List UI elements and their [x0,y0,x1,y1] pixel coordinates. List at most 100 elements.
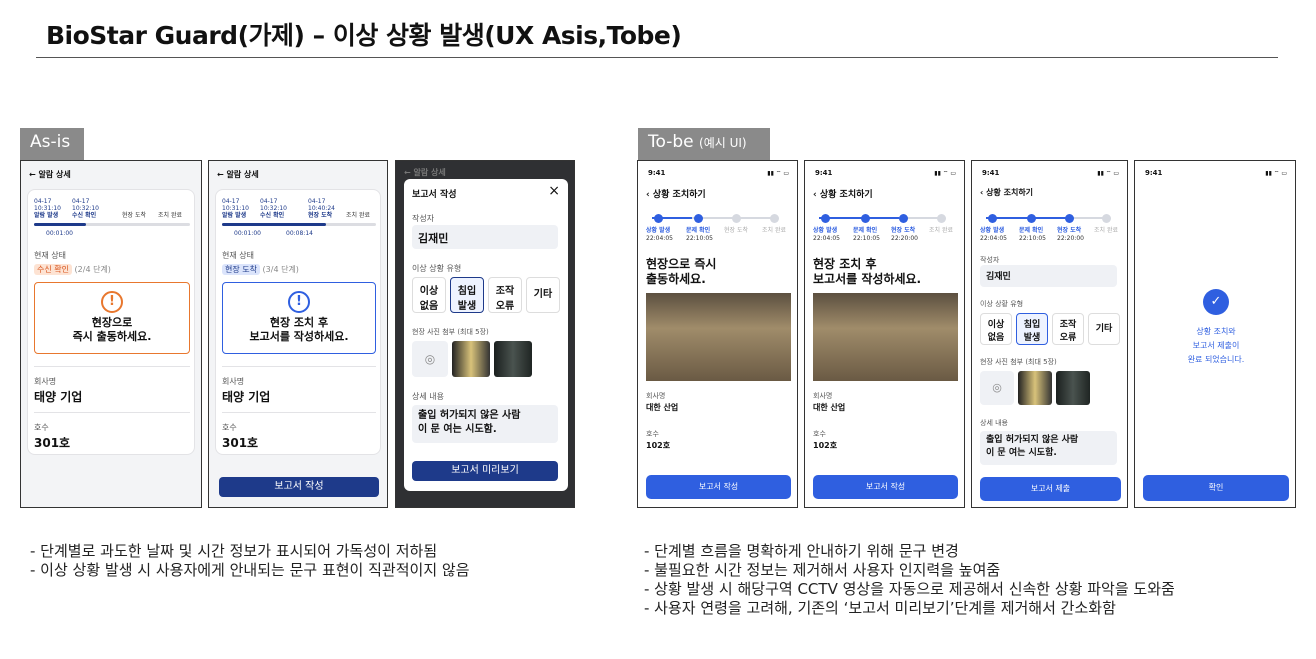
attached-photo[interactable] [452,341,490,377]
heading-line: 현장 조치 후 [813,257,877,271]
type-option-other[interactable]: 기타 [1088,313,1120,345]
alert-box: ! 현장으로 즉시 출동하세요. [34,282,190,354]
cctv-image[interactable] [646,293,791,381]
type-option-intrusion[interactable]: 침입 발생 [450,277,484,313]
room-value: 301호 [34,436,71,450]
attached-photo[interactable] [494,341,532,377]
write-report-button[interactable]: 보고서 작성 [219,477,379,497]
back-chevron-icon[interactable]: ‹ [813,190,817,200]
close-icon[interactable]: × [548,183,560,199]
step-4: 조치 완료 [158,212,182,219]
report-modal: 보고서 작성 × 작성자 김재민 이상 상황 유형 이상 없음 침입 발생 조작 오류… [404,179,568,491]
type-text: 발생 [1023,333,1041,343]
type-option-other[interactable]: 기타 [526,277,560,313]
header-title: 상황 조치하기 [819,190,873,200]
step-dot [770,214,779,223]
type-option-none[interactable]: 이상 없음 [980,313,1012,345]
step-time: 10:31:10 [34,205,61,212]
step-dot [654,214,663,223]
header: ‹ 상황 조치하기 [980,187,1033,198]
room-label: 호수 [813,430,826,438]
complete-message: 상황 조치와 보고서 제출이 완료 되었습니다. [1135,325,1295,367]
camera-icon[interactable]: ◎ [412,341,448,377]
attached-photo[interactable] [1018,371,1052,405]
step-time: 22:10:05 [686,235,713,242]
detail-label: 상세 내용 [412,392,444,401]
company-value: 태양 기업 [34,390,83,404]
author-field[interactable]: 김재민 [412,225,558,249]
header-title: 상황 조치하기 [652,190,706,200]
divider [222,366,376,367]
back-chevron-icon[interactable]: ‹ [646,190,650,200]
tobe-tag: To-be (예시 UI) [638,128,770,160]
detail-text: 이 문 여는 시도함. [986,448,1057,458]
type-option-none[interactable]: 이상 없음 [412,277,446,313]
submit-report-button[interactable]: 보고서 제출 [980,477,1121,501]
header-title: 알람 상세 [226,170,259,179]
step-time: 22:20:00 [1057,235,1084,242]
confirm-button[interactable]: 확인 [1143,475,1289,501]
write-report-button[interactable]: 보고서 작성 [813,475,958,499]
divider [222,412,376,413]
step-3: 04-17 10:40:24 현장 도착 [308,198,335,219]
step-label: 상황 발생 [646,227,671,234]
status-time: 9:41 [815,169,833,177]
type-text: 없음 [419,301,439,312]
step-label: 문제 확인 [1019,227,1044,234]
alert-icon: ! [101,291,123,313]
bg-header: ← 알람 상세 [404,168,446,177]
back-arrow-icon[interactable]: ← [217,170,224,179]
attached-photo[interactable] [1056,371,1090,405]
step-fill [986,217,1066,219]
step-3: 현장 도착 [122,212,146,219]
status-icons: ▮▮ ⌔ ▭ [1097,170,1119,177]
status-badge: 수신 확인 [34,264,72,275]
heading-line: 출동하세요. [646,272,706,286]
step-label: 조치 완료 [762,227,786,234]
write-report-button[interactable]: 보고서 작성 [646,475,791,499]
tobe-screen-2: 9:41 ▮▮ ⌔ ▭ ‹ 상황 조치하기 상황 발생 22:04:05 문제 … [804,160,965,508]
company-label: 회사명 [34,377,57,386]
cctv-image[interactable] [813,293,958,381]
detail-textarea[interactable]: 출입 허가되지 않은 사람 이 문 여는 시도함. [980,431,1117,465]
divider [34,366,190,367]
step-dot [694,214,703,223]
type-option-intrusion[interactable]: 침입발생 [1016,313,1048,345]
detail-text: 이 문 여는 시도함. [418,424,497,435]
preview-report-button[interactable]: 보고서 미리보기 [412,461,558,481]
step-dot [821,214,830,223]
author-field[interactable]: 김재민 [980,265,1117,287]
step-label: 알람 발생 [34,212,59,219]
back-chevron-icon[interactable]: ‹ [980,188,983,197]
step-label: 수신 확인 [72,212,97,219]
status-row: 현장 도착 (3/4 단계) [222,264,299,275]
step-label: 현장 도착 [308,212,333,219]
step-time: 10:40:24 [308,205,335,212]
type-text: 조작 [1059,320,1077,330]
alert-line-1: 현장 조치 후 [269,316,329,329]
progress-fill [222,223,326,226]
step-time: 10:32:10 [260,205,287,212]
alert-box: ! 현장 조치 후 보고서를 작성하세요. [222,282,376,354]
author-label: 작성자 [980,256,1000,264]
step-dot [988,214,997,223]
back-arrow-icon[interactable]: ← [29,170,36,179]
camera-icon[interactable]: ◎ [980,371,1014,405]
type-option-error[interactable]: 조작 오류 [488,277,522,313]
step-time: 22:10:05 [1019,235,1046,242]
type-text: 침입 [1023,320,1041,330]
type-option-error[interactable]: 조작 오류 [1052,313,1084,345]
step-time: 22:04:05 [813,235,840,242]
step-dot [1102,214,1111,223]
asis-screen-3: ← 알람 상세 보고서 작성 × 작성자 김재민 이상 상황 유형 이상 없음 침… [395,160,575,508]
detail-label: 상세 내용 [980,419,1008,427]
step-1: 04-17 10:31:10 알람 발생 [222,198,249,219]
step-time: 22:04:05 [980,235,1007,242]
room-label: 호수 [646,430,659,438]
tobe-screen-1: 9:41 ▮▮ ⌔ ▭ ‹ 상황 조치하기 상황 발생 22:04:05 문제 … [637,160,798,508]
detail-textarea[interactable]: 출입 허가되지 않은 사람 이 문 여는 시도함. [412,405,558,443]
elapsed-time: 00:08:14 [286,230,313,237]
company-label: 회사명 [646,392,666,400]
alert-line-2: 보고서를 작성하세요. [249,330,349,343]
step-label: 조치 완료 [1094,227,1118,234]
